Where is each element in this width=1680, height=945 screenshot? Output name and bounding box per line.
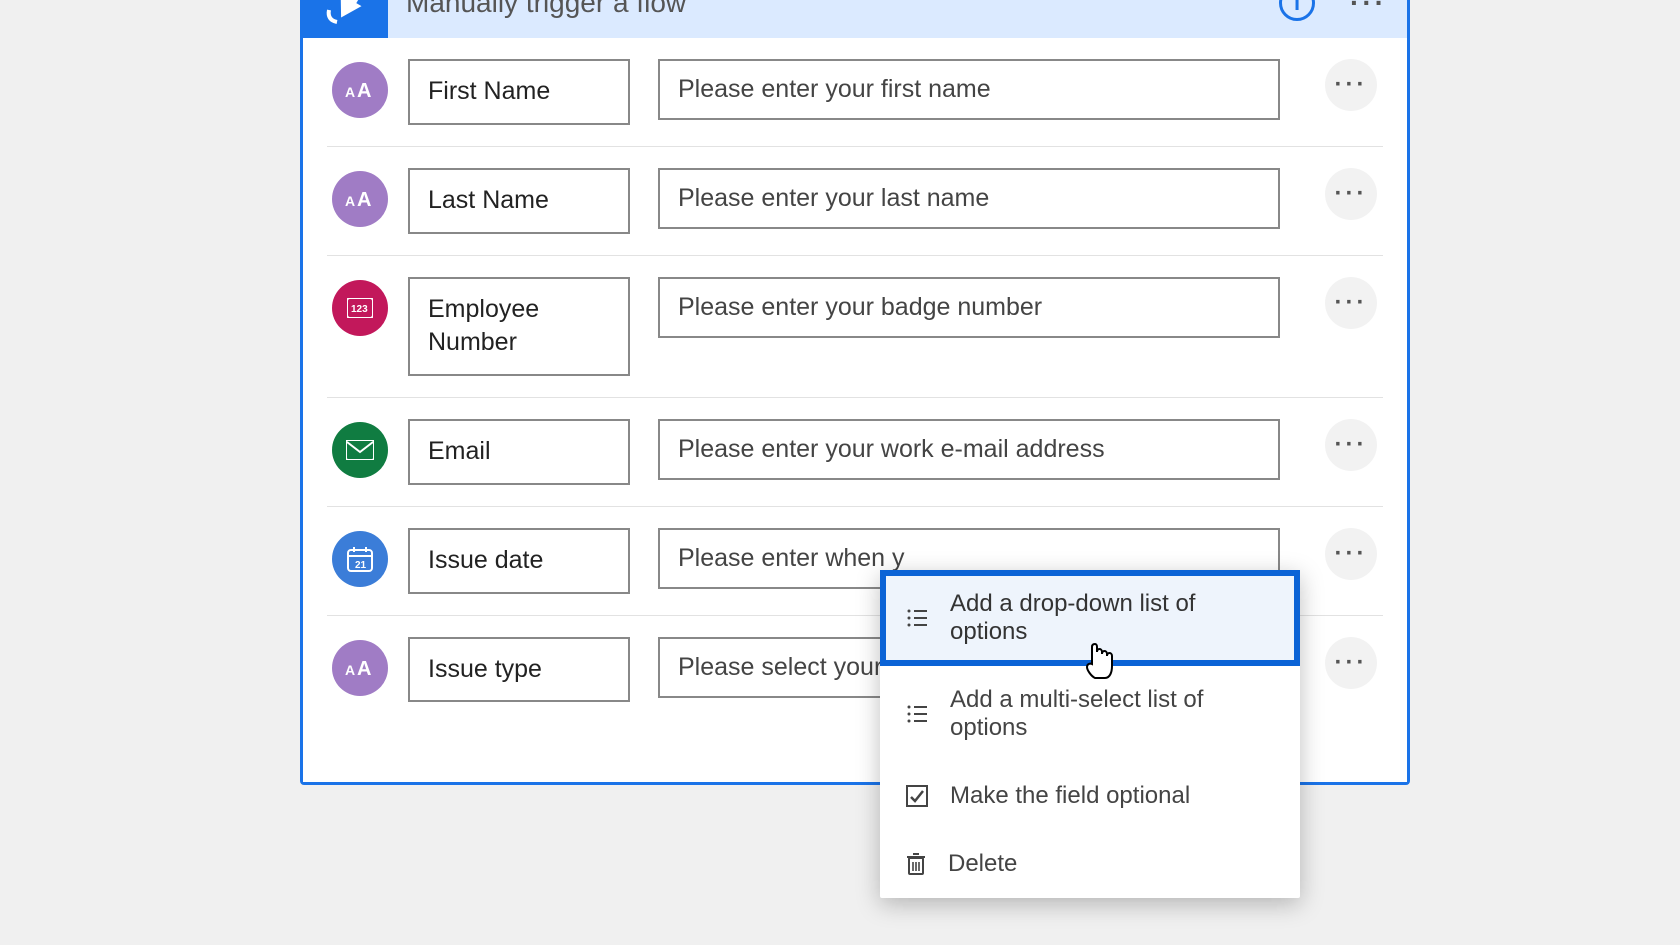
svg-text:A: A bbox=[345, 662, 355, 678]
menu-delete[interactable]: Delete bbox=[880, 830, 1300, 898]
svg-text:A: A bbox=[345, 193, 355, 209]
row-more-button[interactable]: ··· bbox=[1325, 637, 1377, 689]
list-icon bbox=[906, 703, 928, 725]
input-placeholder[interactable]: Please enter your work e-mail address bbox=[658, 419, 1280, 480]
menu-item-label: Add a multi-select list of options bbox=[950, 686, 1274, 742]
menu-item-label: Add a drop-down list of options bbox=[950, 590, 1274, 646]
card-header: Manually trigger a flow i ··· bbox=[303, 0, 1407, 38]
svg-text:A: A bbox=[357, 80, 371, 102]
trigger-icon bbox=[303, 0, 388, 38]
input-label[interactable]: Employee Number bbox=[408, 277, 630, 377]
checkbox-icon bbox=[906, 785, 928, 807]
number-type-icon: 123 bbox=[332, 280, 388, 336]
input-row: AA First Name Please enter your first na… bbox=[327, 38, 1383, 147]
row-more-button[interactable]: ··· bbox=[1325, 59, 1377, 111]
input-placeholder[interactable]: Please enter your last name bbox=[658, 168, 1280, 229]
trash-icon bbox=[906, 852, 926, 876]
menu-add-dropdown[interactable]: Add a drop-down list of options bbox=[880, 570, 1300, 666]
context-menu: Add a drop-down list of options Add a mu… bbox=[880, 570, 1300, 898]
input-label[interactable]: Email bbox=[408, 419, 630, 485]
input-label[interactable]: Issue date bbox=[408, 528, 630, 594]
svg-text:A: A bbox=[345, 84, 355, 100]
row-more-button[interactable]: ··· bbox=[1325, 277, 1377, 329]
input-row: AA Last Name Please enter your last name… bbox=[327, 147, 1383, 256]
input-placeholder[interactable]: Please enter your badge number bbox=[658, 277, 1280, 338]
menu-item-label: Make the field optional bbox=[950, 782, 1190, 810]
row-more-button[interactable]: ··· bbox=[1325, 419, 1377, 471]
input-row: Email Please enter your work e-mail addr… bbox=[327, 398, 1383, 507]
svg-text:123: 123 bbox=[351, 304, 368, 315]
info-icon[interactable]: i bbox=[1279, 0, 1315, 21]
input-label[interactable]: Issue type bbox=[408, 637, 630, 703]
card-menu-icon[interactable]: ··· bbox=[1350, 0, 1387, 17]
svg-text:A: A bbox=[357, 658, 371, 680]
row-more-button[interactable]: ··· bbox=[1325, 528, 1377, 580]
card-title: Manually trigger a flow bbox=[388, 0, 1279, 19]
input-row: 123 Employee Number Please enter your ba… bbox=[327, 256, 1383, 399]
text-type-icon: AA bbox=[332, 171, 388, 227]
text-type-icon: AA bbox=[332, 62, 388, 118]
menu-add-multiselect[interactable]: Add a multi-select list of options bbox=[880, 666, 1300, 762]
list-icon bbox=[906, 607, 928, 629]
input-label[interactable]: Last Name bbox=[408, 168, 630, 234]
input-placeholder[interactable]: Please enter your first name bbox=[658, 59, 1280, 120]
date-type-icon: 21 bbox=[332, 531, 388, 587]
email-type-icon bbox=[332, 422, 388, 478]
row-more-button[interactable]: ··· bbox=[1325, 168, 1377, 220]
svg-text:21: 21 bbox=[355, 560, 367, 571]
svg-text:A: A bbox=[357, 189, 371, 211]
input-label[interactable]: First Name bbox=[408, 59, 630, 125]
menu-item-label: Delete bbox=[948, 850, 1017, 878]
menu-make-optional[interactable]: Make the field optional bbox=[880, 762, 1300, 830]
text-type-icon: AA bbox=[332, 640, 388, 696]
